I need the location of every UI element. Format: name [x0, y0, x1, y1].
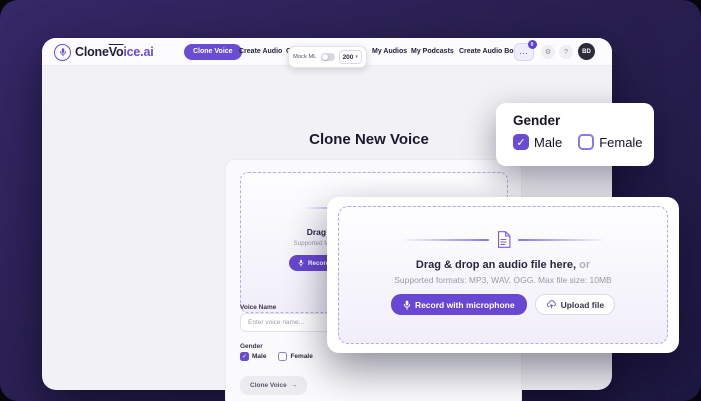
- female-checkbox[interactable]: Female: [278, 352, 312, 361]
- popup-audio-dropzone[interactable]: Drag & drop an audio file here, or Suppo…: [338, 206, 668, 344]
- female-label: Female: [290, 353, 312, 360]
- nav-item-clone-voice[interactable]: Clone Voice: [184, 44, 242, 60]
- nav-item-create-audio-book[interactable]: Create Audio Book: [459, 48, 522, 55]
- nav-item-my-audios[interactable]: My Audios: [372, 48, 407, 55]
- dropzone-popup: Drag & drop an audio file here, or Suppo…: [327, 197, 679, 353]
- dropzone-heading: Drag & drop an audio file here, or: [416, 259, 590, 271]
- notification-badge: 0: [528, 40, 537, 49]
- mock-ml-panel: Mock ML 200 ▾: [288, 46, 367, 68]
- microphone-logo-icon: [54, 44, 71, 61]
- help-icon: ?: [564, 49, 568, 56]
- voice-name-label: Voice Name: [240, 304, 276, 311]
- file-icon: [496, 231, 511, 248]
- help-button[interactable]: ?: [559, 45, 573, 59]
- mock-ml-toggle[interactable]: [321, 53, 335, 61]
- male-checkbox[interactable]: ✓ Male: [240, 352, 266, 361]
- more-menu-button[interactable]: ... 0: [514, 43, 534, 61]
- gender-popup-title: Gender: [513, 113, 654, 128]
- value-dropdown[interactable]: 200 ▾: [339, 50, 362, 64]
- gear-icon: ⚙: [545, 48, 551, 56]
- checkbox-empty-icon: [278, 352, 287, 361]
- gradient-line: [401, 239, 489, 241]
- microphone-icon: [298, 259, 304, 267]
- popup-male-checkbox[interactable]: ✓ Male: [513, 134, 562, 150]
- gender-popup: Gender ✓ Male Female: [496, 103, 654, 166]
- mock-ml-label: Mock ML: [293, 54, 317, 60]
- checkbox-empty-icon: [578, 134, 594, 150]
- logo[interactable]: CloneVoice.ai: [54, 43, 153, 61]
- screenshot-canvas: CloneVoice.ai Clone Voice Create Audio C…: [0, 0, 701, 401]
- popup-female-label: Female: [599, 135, 642, 150]
- checkbox-checked-icon: ✓: [513, 134, 529, 150]
- male-label: Male: [252, 353, 266, 360]
- logo-text: CloneVoice.ai: [75, 45, 153, 59]
- chevron-down-icon: ▾: [355, 54, 358, 60]
- upload-cloud-icon: [546, 299, 557, 310]
- popup-record-with-microphone-button[interactable]: Record with microphone: [391, 294, 527, 315]
- arrow-right-icon: →: [291, 382, 298, 389]
- dropzone-formats: Supported formats: MP3, WAV, OGG. Max fi…: [394, 275, 611, 285]
- ellipsis-icon: ...: [520, 49, 529, 56]
- clone-voice-submit-button[interactable]: Clone Voice →: [240, 376, 307, 395]
- popup-male-label: Male: [534, 135, 562, 150]
- popup-female-checkbox[interactable]: Female: [578, 134, 642, 150]
- nav-item-create-audio[interactable]: Create Audio: [239, 48, 282, 55]
- gender-options: ✓ Male Female: [240, 352, 313, 361]
- dropzone-icon-row: [401, 231, 606, 248]
- gender-label: Gender: [240, 343, 263, 350]
- gradient-line: [518, 239, 606, 241]
- microphone-icon: [403, 300, 411, 310]
- user-avatar[interactable]: BD: [578, 43, 595, 60]
- settings-button[interactable]: ⚙: [541, 45, 555, 59]
- popup-upload-file-button[interactable]: Upload file: [535, 294, 615, 315]
- toggle-knob: [322, 54, 328, 60]
- nav-item-my-podcasts[interactable]: My Podcasts: [411, 48, 454, 55]
- checkbox-checked-icon: ✓: [240, 352, 249, 361]
